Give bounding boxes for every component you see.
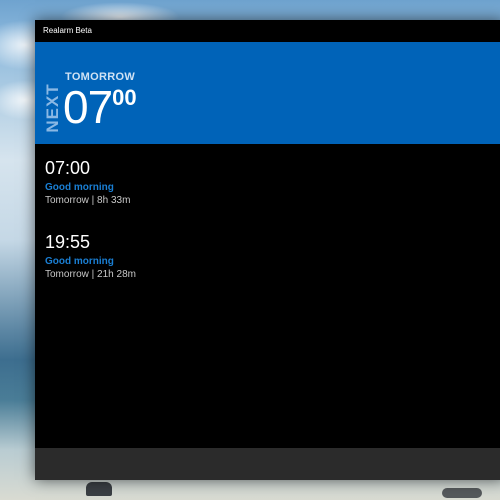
next-alarm-minute: 00 (112, 85, 137, 110)
next-vertical-label: NEXT (43, 78, 63, 138)
alarm-when: Tomorrow | 8h 33m (45, 195, 131, 206)
alarm-when: Tomorrow | 21h 28m (45, 269, 136, 280)
app-bar[interactable] (35, 448, 500, 480)
next-alarm-time: 0700 (63, 82, 137, 141)
alarm-item[interactable]: 19:55 Good morning Tomorrow | 21h 28m (45, 231, 136, 280)
window-title: Realarm Beta (43, 26, 92, 35)
alarm-item[interactable]: 07:00 Good morning Tomorrow | 8h 33m (45, 157, 130, 206)
window-titlebar[interactable]: Realarm Beta (35, 20, 500, 43)
wallpaper-rock (442, 488, 482, 498)
wallpaper-rock (86, 482, 112, 496)
next-alarm-hour: 07 (63, 81, 113, 133)
next-alarm-panel[interactable]: NEXT TOMORROW 0700 (35, 42, 500, 144)
alarm-label: Good morning (45, 256, 114, 267)
next-label: NEXT (43, 83, 62, 133)
alarm-time: 19:55 (45, 232, 91, 252)
alarm-label: Good morning (45, 182, 114, 193)
alarm-time: 07:00 (45, 158, 91, 178)
app-window: Realarm Beta NEXT TOMORROW 0700 07:00 Go… (35, 20, 500, 480)
